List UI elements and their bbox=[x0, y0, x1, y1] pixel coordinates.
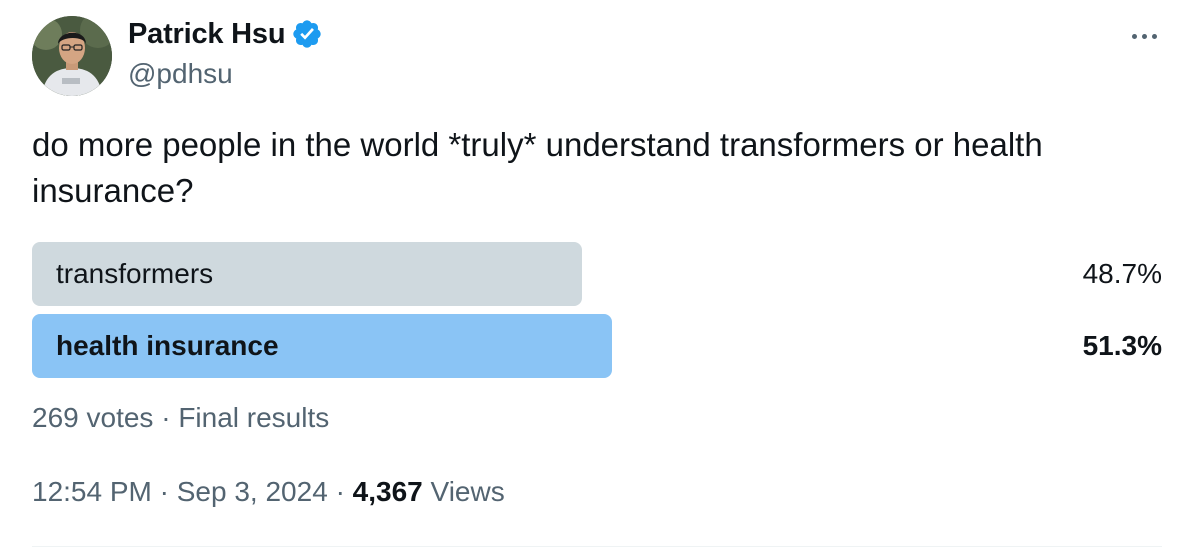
dot bbox=[1141, 33, 1147, 39]
handle[interactable]: @pdhsu bbox=[128, 58, 323, 90]
tweet-date[interactable]: Sep 3, 2024 bbox=[177, 476, 328, 507]
avatar[interactable] bbox=[32, 16, 112, 96]
views-label: Views bbox=[430, 476, 505, 507]
separator: · bbox=[159, 476, 169, 507]
tweet-text: do more people in the world *truly* unde… bbox=[32, 126, 1043, 209]
tweet-header: Patrick Hsu @pdhsu bbox=[32, 14, 1172, 98]
poll-meta: 269 votes · Final results bbox=[32, 402, 329, 434]
poll-option-label: transformers bbox=[56, 258, 214, 289]
poll-votes: 269 votes bbox=[32, 402, 154, 433]
separator: · bbox=[161, 402, 171, 433]
poll-option-percent: 48.7% bbox=[1082, 258, 1162, 289]
timestamp-row: 12:54 PM · Sep 3, 2024 · 4,367 Views bbox=[32, 476, 505, 508]
verified-badge-icon[interactable] bbox=[291, 18, 323, 50]
separator: · bbox=[335, 476, 345, 507]
poll-status: Final results bbox=[178, 402, 330, 433]
poll-option-0: transformers 48.7% bbox=[32, 242, 1162, 306]
dot bbox=[1151, 33, 1157, 39]
views-count: 4,367 bbox=[352, 476, 423, 507]
dot bbox=[1131, 33, 1137, 39]
poll-option-label: health insurance bbox=[56, 330, 279, 361]
more-horizontal-icon[interactable] bbox=[1126, 24, 1162, 48]
name-row: Patrick Hsu bbox=[128, 16, 323, 52]
poll: transformers 48.7% health insurance 51.3… bbox=[32, 242, 1162, 386]
tweet-time[interactable]: 12:54 PM bbox=[32, 476, 152, 507]
author-block: Patrick Hsu @pdhsu bbox=[128, 16, 323, 90]
divider bbox=[32, 546, 1162, 547]
poll-option-percent: 51.3% bbox=[1082, 330, 1162, 361]
display-name[interactable]: Patrick Hsu bbox=[128, 18, 286, 51]
poll-option-1: health insurance 51.3% bbox=[32, 314, 1162, 378]
